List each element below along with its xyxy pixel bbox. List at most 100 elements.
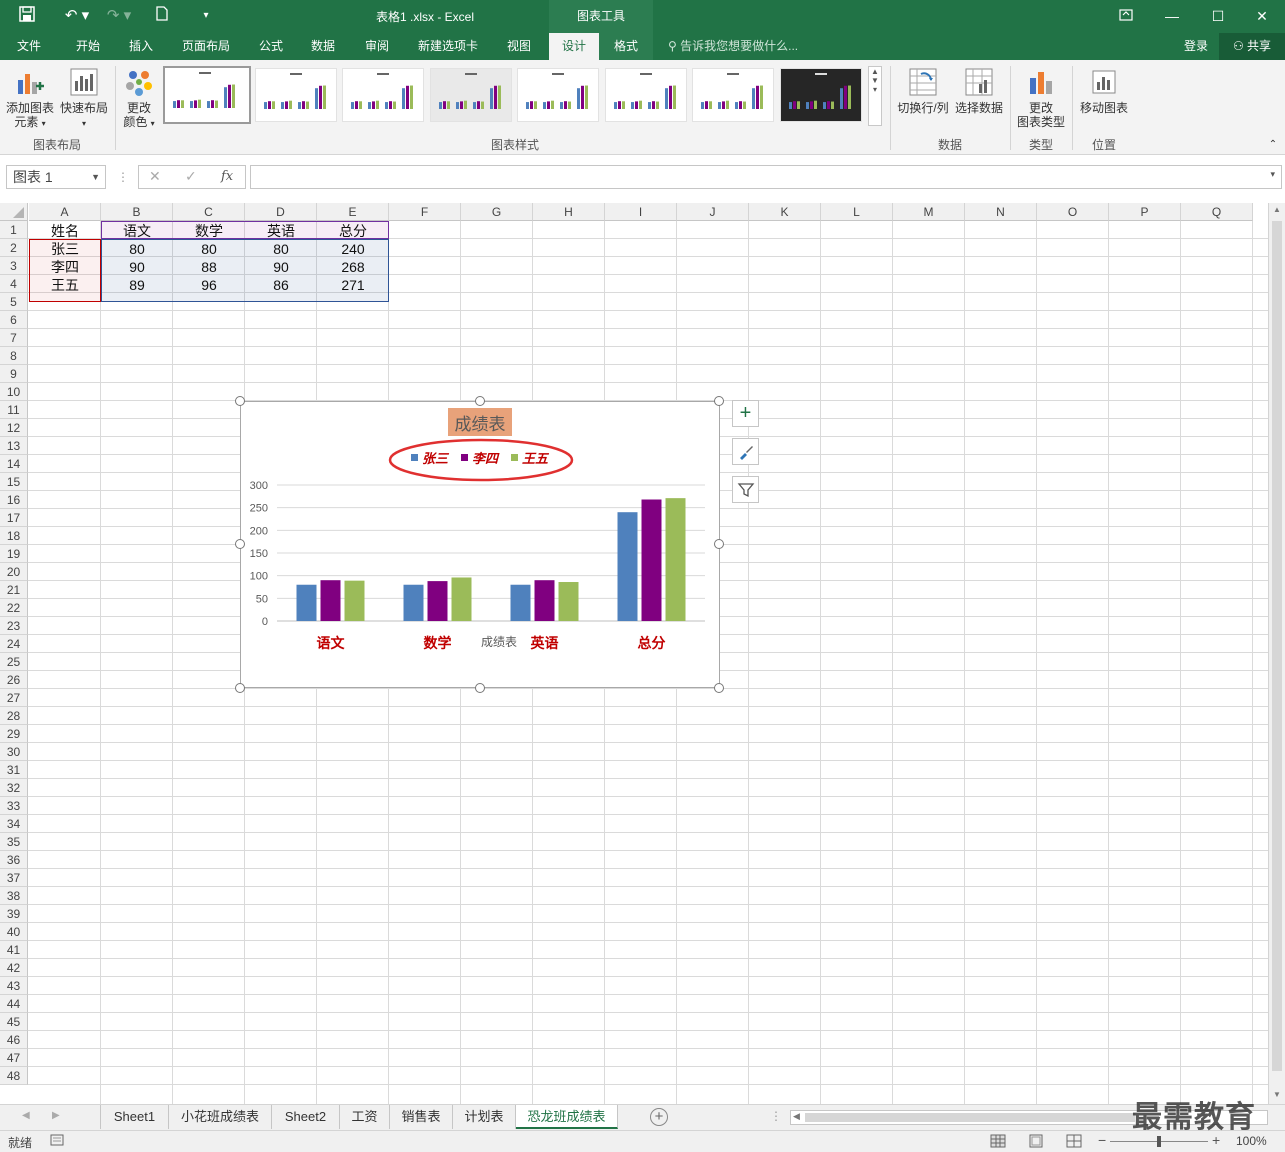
table-header-cell[interactable]: 英语 xyxy=(245,222,317,240)
bar-张三-数学[interactable] xyxy=(403,584,424,621)
sheet-tab-sheet1[interactable]: Sheet1 xyxy=(101,1105,169,1129)
sign-in-link[interactable]: 登录 xyxy=(1184,33,1208,59)
column-header-o[interactable]: O xyxy=(1037,203,1109,221)
select-all-corner[interactable] xyxy=(0,203,28,221)
tab-page-layout[interactable]: 页面布局 xyxy=(172,33,240,60)
zoom-out-button[interactable]: − xyxy=(1098,1132,1106,1148)
chart-resize-handle-n[interactable] xyxy=(475,396,485,406)
tab-format[interactable]: 格式 xyxy=(599,33,653,60)
table-cell[interactable]: 88 xyxy=(173,258,245,276)
move-chart-button[interactable]: 移动图表 xyxy=(1076,66,1132,115)
column-header-j[interactable]: J xyxy=(677,203,749,221)
gallery-scroll[interactable]: ▲ ▼ ▾ xyxy=(868,66,882,126)
row-header-7[interactable]: 7 xyxy=(0,329,28,347)
chart-resize-handle-ne[interactable] xyxy=(714,396,724,406)
sheet-tab-plan[interactable]: 计划表 xyxy=(453,1105,516,1129)
row-header-44[interactable]: 44 xyxy=(0,995,28,1013)
chart-elements-button[interactable]: + xyxy=(732,400,759,427)
row-header-42[interactable]: 42 xyxy=(0,959,28,977)
bar-李四-总分[interactable] xyxy=(641,499,662,621)
enter-icon[interactable]: ✓ xyxy=(185,168,197,185)
row-header-36[interactable]: 36 xyxy=(0,851,28,869)
row-header-20[interactable]: 20 xyxy=(0,563,28,581)
insert-function-icon[interactable]: fx xyxy=(221,169,233,184)
row-header-39[interactable]: 39 xyxy=(0,905,28,923)
chart-resize-handle-se[interactable] xyxy=(714,683,724,693)
table-cell[interactable]: 89 xyxy=(101,276,173,294)
row-header-30[interactable]: 30 xyxy=(0,743,28,761)
zoom-level[interactable]: 100% xyxy=(1236,1134,1267,1148)
column-header-d[interactable]: D xyxy=(245,203,317,221)
tab-file[interactable]: 文件 xyxy=(5,33,53,60)
bar-张三-总分[interactable] xyxy=(617,512,638,621)
column-header-e[interactable]: E xyxy=(317,203,389,221)
legend-entry-label[interactable]: 张三 xyxy=(422,452,450,467)
chart-style-5[interactable] xyxy=(517,68,599,122)
row-header-29[interactable]: 29 xyxy=(0,725,28,743)
sheet-tab-sheet2[interactable]: Sheet2 xyxy=(272,1105,340,1129)
table-header-cell[interactable]: 姓名 xyxy=(29,222,101,240)
row-header-15[interactable]: 15 xyxy=(0,473,28,491)
sheet-tab-xiaohua[interactable]: 小花班成绩表 xyxy=(169,1105,272,1129)
bar-李四-语文[interactable] xyxy=(320,580,341,621)
column-header-f[interactable]: F xyxy=(389,203,461,221)
cancel-icon[interactable]: ✕ xyxy=(149,168,161,185)
table-cell[interactable]: 86 xyxy=(245,276,317,294)
share-button[interactable]: ⚇ 共享 xyxy=(1219,33,1285,60)
table-cell[interactable]: 张三 xyxy=(29,240,101,258)
column-header-m[interactable]: M xyxy=(893,203,965,221)
row-header-25[interactable]: 25 xyxy=(0,653,28,671)
table-cell[interactable]: 240 xyxy=(317,240,389,258)
row-header-18[interactable]: 18 xyxy=(0,527,28,545)
chart-resize-handle-sw[interactable] xyxy=(235,683,245,693)
row-header-28[interactable]: 28 xyxy=(0,707,28,725)
tab-review[interactable]: 审阅 xyxy=(354,33,400,60)
row-header-13[interactable]: 13 xyxy=(0,437,28,455)
table-cell[interactable]: 80 xyxy=(101,240,173,258)
column-header-a[interactable]: A xyxy=(29,203,101,221)
normal-view-icon[interactable] xyxy=(990,1133,1006,1152)
tab-data[interactable]: 数据 xyxy=(300,33,346,60)
row-header-23[interactable]: 23 xyxy=(0,617,28,635)
table-header-cell[interactable]: 语文 xyxy=(101,222,173,240)
next-sheet-icon[interactable]: ▶ xyxy=(52,1110,60,1121)
chart-style-6[interactable] xyxy=(605,68,687,122)
table-cell[interactable]: 王五 xyxy=(29,276,101,294)
chart-style-2[interactable] xyxy=(255,68,337,122)
row-header-24[interactable]: 24 xyxy=(0,635,28,653)
new-sheet-button[interactable]: + xyxy=(650,1108,668,1126)
page-layout-view-icon[interactable] xyxy=(1028,1133,1044,1152)
chart-styles-button[interactable] xyxy=(732,438,759,465)
chart-legend[interactable]: 张三 李四 王五 xyxy=(411,451,550,467)
row-header-34[interactable]: 34 xyxy=(0,815,28,833)
row-header-10[interactable]: 10 xyxy=(0,383,28,401)
row-header-38[interactable]: 38 xyxy=(0,887,28,905)
legend-entry-label[interactable]: 王五 xyxy=(522,452,550,467)
table-cell[interactable]: 李四 xyxy=(29,258,101,276)
row-header-22[interactable]: 22 xyxy=(0,599,28,617)
tab-formulas[interactable]: 公式 xyxy=(248,33,294,60)
row-header-45[interactable]: 45 xyxy=(0,1013,28,1031)
bar-王五-总分[interactable] xyxy=(665,498,686,621)
column-header-q[interactable]: Q xyxy=(1181,203,1253,221)
row-header-16[interactable]: 16 xyxy=(0,491,28,509)
collapse-ribbon-icon[interactable]: ⌃ xyxy=(1266,138,1280,152)
quick-layout-button[interactable]: 快速布局 ▾ xyxy=(58,66,110,131)
close-button[interactable]: ✕ xyxy=(1239,0,1285,33)
row-header-1[interactable]: 1 xyxy=(0,221,28,239)
chart-resize-handle-w[interactable] xyxy=(235,539,245,549)
chart-style-4[interactable] xyxy=(430,68,512,122)
row-header-31[interactable]: 31 xyxy=(0,761,28,779)
row-header-40[interactable]: 40 xyxy=(0,923,28,941)
table-cell[interactable]: 80 xyxy=(245,240,317,258)
chart-filters-button[interactable] xyxy=(732,476,759,503)
sheet-tab-sales[interactable]: 销售表 xyxy=(390,1105,453,1129)
bar-李四-数学[interactable] xyxy=(427,581,448,621)
column-header-p[interactable]: P xyxy=(1109,203,1181,221)
chart-style-3[interactable] xyxy=(342,68,424,122)
row-header-48[interactable]: 48 xyxy=(0,1067,28,1085)
row-header-8[interactable]: 8 xyxy=(0,347,28,365)
tab-home[interactable]: 开始 xyxy=(63,33,113,60)
minimize-button[interactable]: — xyxy=(1149,0,1195,33)
bar-张三-英语[interactable] xyxy=(510,584,531,621)
